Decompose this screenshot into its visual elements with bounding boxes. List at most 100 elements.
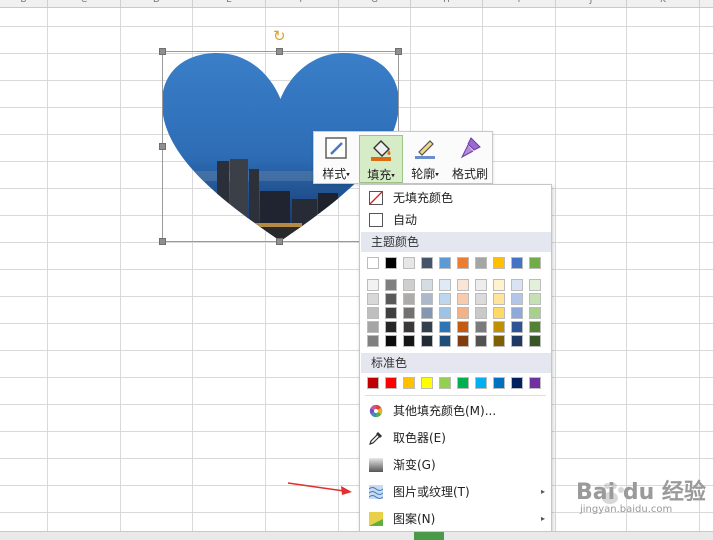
standard-color-swatch[interactable] <box>511 377 523 389</box>
standard-color-swatch[interactable] <box>439 377 451 389</box>
theme-shade-swatch[interactable] <box>421 307 433 319</box>
theme-color-swatch[interactable] <box>493 257 505 269</box>
theme-shade-swatch[interactable] <box>421 321 433 333</box>
theme-shade-swatch[interactable] <box>385 335 397 347</box>
theme-shade-swatch[interactable] <box>385 279 397 291</box>
theme-shade-swatch[interactable] <box>493 335 505 347</box>
column-header[interactable]: C <box>48 0 121 7</box>
resize-handle-bottom-left[interactable] <box>159 238 166 245</box>
theme-shade-swatch[interactable] <box>385 321 397 333</box>
theme-shade-swatch[interactable] <box>493 279 505 291</box>
theme-shade-swatch[interactable] <box>529 279 541 291</box>
column-header[interactable]: B <box>0 0 48 7</box>
menu-item-gradient[interactable]: 渐变(G) <box>360 454 551 476</box>
theme-shade-swatch[interactable] <box>367 279 379 291</box>
standard-color-swatch[interactable] <box>421 377 433 389</box>
resize-handle-top-left[interactable] <box>159 48 166 55</box>
theme-shade-swatch[interactable] <box>493 293 505 305</box>
theme-shade-swatch[interactable] <box>457 321 469 333</box>
theme-shade-swatch[interactable] <box>403 279 415 291</box>
resize-handle-bottom[interactable] <box>276 238 283 245</box>
theme-shade-swatch[interactable] <box>403 293 415 305</box>
theme-shade-swatch[interactable] <box>457 335 469 347</box>
theme-shade-swatch[interactable] <box>403 307 415 319</box>
menu-item-automatic[interactable]: 自动 <box>360 209 551 231</box>
theme-color-swatch[interactable] <box>475 257 487 269</box>
theme-color-swatch[interactable] <box>457 257 469 269</box>
theme-color-swatch[interactable] <box>367 257 379 269</box>
fill-button[interactable]: 填充▾ <box>359 135 403 183</box>
menu-item-pattern[interactable]: 图案(N) ▸ <box>360 508 551 530</box>
column-header[interactable]: E <box>193 0 266 7</box>
theme-shade-swatch[interactable] <box>457 279 469 291</box>
theme-shade-swatch[interactable] <box>439 307 451 319</box>
theme-shade-swatch[interactable] <box>439 279 451 291</box>
standard-color-swatch[interactable] <box>493 377 505 389</box>
theme-color-swatch[interactable] <box>385 257 397 269</box>
theme-shade-swatch[interactable] <box>367 335 379 347</box>
standard-color-swatch[interactable] <box>529 377 541 389</box>
rotate-handle-icon[interactable]: ↻ <box>273 29 286 44</box>
column-header[interactable]: I <box>483 0 556 7</box>
theme-shade-swatch[interactable] <box>457 307 469 319</box>
resize-handle-top[interactable] <box>276 48 283 55</box>
theme-color-swatch[interactable] <box>439 257 451 269</box>
theme-shade-swatch[interactable] <box>403 335 415 347</box>
column-header[interactable]: D <box>121 0 193 7</box>
theme-shade-swatch[interactable] <box>367 293 379 305</box>
theme-shade-swatch[interactable] <box>493 321 505 333</box>
resize-handle-left[interactable] <box>159 143 166 150</box>
theme-shade-swatch[interactable] <box>421 279 433 291</box>
menu-item-picture-texture[interactable]: 图片或纹理(T) ▸ <box>360 481 551 503</box>
theme-shade-swatch[interactable] <box>385 307 397 319</box>
theme-shade-swatch[interactable] <box>457 293 469 305</box>
theme-shade-swatch[interactable] <box>367 321 379 333</box>
theme-shade-swatch[interactable] <box>511 335 523 347</box>
active-sheet-tab[interactable] <box>414 532 444 540</box>
resize-handle-top-right[interactable] <box>395 48 402 55</box>
theme-shade-swatch[interactable] <box>475 307 487 319</box>
theme-shade-swatch[interactable] <box>403 321 415 333</box>
standard-color-swatch[interactable] <box>457 377 469 389</box>
theme-shade-swatch[interactable] <box>439 335 451 347</box>
outline-button[interactable]: 轮廓▾ <box>406 135 444 183</box>
standard-color-swatch[interactable] <box>385 377 397 389</box>
theme-color-swatch[interactable] <box>529 257 541 269</box>
theme-shade-swatch[interactable] <box>511 293 523 305</box>
column-header[interactable]: H <box>411 0 483 7</box>
menu-item-no-fill[interactable]: 无填充颜色 <box>360 187 551 209</box>
theme-shade-swatch[interactable] <box>475 321 487 333</box>
theme-shade-swatch[interactable] <box>439 321 451 333</box>
column-header[interactable]: J <box>556 0 627 7</box>
column-header[interactable]: G <box>339 0 411 7</box>
theme-shade-swatch[interactable] <box>367 307 379 319</box>
theme-shade-swatch[interactable] <box>421 335 433 347</box>
theme-shade-swatch[interactable] <box>439 293 451 305</box>
theme-shade-swatch[interactable] <box>529 293 541 305</box>
menu-item-more-colors[interactable]: 其他填充颜色(M)... <box>360 400 551 422</box>
theme-shade-swatch[interactable] <box>475 279 487 291</box>
menu-item-eyedropper[interactable]: 取色器(E) <box>360 427 551 449</box>
theme-shade-swatch[interactable] <box>493 307 505 319</box>
standard-color-swatch[interactable] <box>367 377 379 389</box>
theme-shade-swatch[interactable] <box>529 307 541 319</box>
theme-shade-swatch[interactable] <box>529 321 541 333</box>
theme-shade-swatch[interactable] <box>475 335 487 347</box>
column-header[interactable]: F <box>266 0 339 7</box>
theme-color-swatch[interactable] <box>403 257 415 269</box>
sheet-tab-bar[interactable] <box>0 531 713 540</box>
theme-shade-swatch[interactable] <box>385 293 397 305</box>
column-header[interactable]: K <box>627 0 700 7</box>
theme-shade-swatch[interactable] <box>511 307 523 319</box>
theme-shade-swatch[interactable] <box>511 321 523 333</box>
theme-color-swatch[interactable] <box>511 257 523 269</box>
theme-color-swatch[interactable] <box>421 257 433 269</box>
style-button[interactable]: 样式▾ <box>317 135 355 183</box>
theme-shade-swatch[interactable] <box>511 279 523 291</box>
format-painter-button[interactable]: 格式刷 <box>448 135 492 183</box>
theme-shade-swatch[interactable] <box>421 293 433 305</box>
standard-color-swatch[interactable] <box>475 377 487 389</box>
standard-color-swatch[interactable] <box>403 377 415 389</box>
theme-shade-swatch[interactable] <box>529 335 541 347</box>
theme-shade-swatch[interactable] <box>475 293 487 305</box>
